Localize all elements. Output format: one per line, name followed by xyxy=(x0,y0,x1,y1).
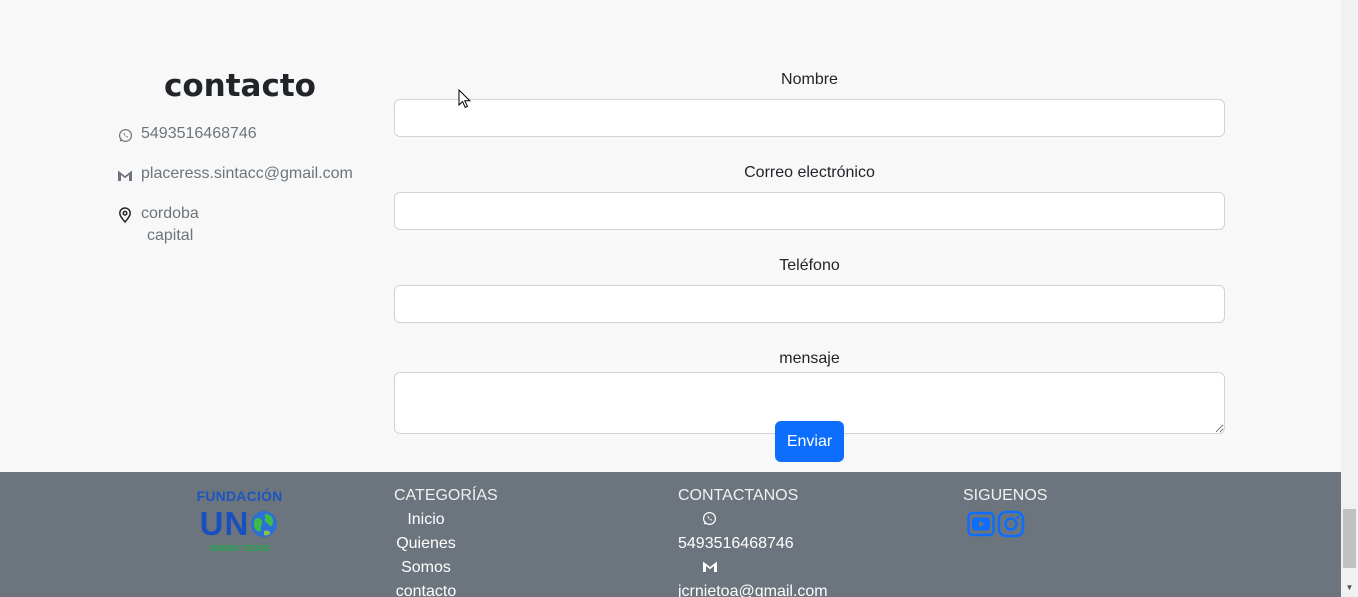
footer-link-contacto[interactable]: contacto xyxy=(394,580,458,597)
location-pin-icon xyxy=(117,207,133,223)
globe-icon xyxy=(251,511,278,537)
social-links xyxy=(967,510,1047,538)
footer-contact-email[interactable]: jcrnietoa@gmail.com xyxy=(678,580,828,597)
contact-form: Nombre Correo electrónico Teléfono mensa… xyxy=(394,68,1225,434)
contact-page: contacto 5493516468746 placeress.sintacc… xyxy=(0,0,1341,597)
instagram-icon[interactable] xyxy=(997,510,1025,538)
gmail-icon xyxy=(117,167,133,183)
contact-email: placeress.sintacc@gmail.com xyxy=(141,165,353,182)
logo-main: UN xyxy=(192,506,287,542)
categories-title: CATEGORÍAS xyxy=(394,487,498,504)
contact-phone: 5493516468746 xyxy=(141,125,257,142)
footer-link-inicio[interactable]: Inicio xyxy=(394,508,458,532)
site-footer: FUNDACIÓN UN SOMOS TODOS CATEGORÍAS Inic… xyxy=(0,472,1341,597)
footer-gmail-icon-row xyxy=(678,556,828,580)
scrollbar-thumb[interactable] xyxy=(1343,509,1356,568)
contact-location-row: cordoba capital xyxy=(117,205,199,245)
contact-phone-row: 5493516468746 xyxy=(117,125,257,143)
contact-email-row: placeress.sintacc@gmail.com xyxy=(117,165,353,183)
vertical-scrollbar[interactable] xyxy=(1341,0,1358,597)
email-label: Correo electrónico xyxy=(744,164,875,181)
scroll-down-arrow-icon[interactable]: ▼ xyxy=(1344,583,1355,593)
phone-label: Teléfono xyxy=(779,257,840,274)
footer-categories: CATEGORÍAS Inicio Quienes Somos contacto xyxy=(394,484,514,597)
footer-link-quienes[interactable]: Quienes xyxy=(394,532,458,556)
contact-location: cordoba capital xyxy=(141,205,199,245)
name-label: Nombre xyxy=(781,71,838,88)
footer-whatsapp-icon-row xyxy=(678,508,828,532)
whatsapp-icon xyxy=(702,511,717,526)
youtube-icon[interactable] xyxy=(967,510,995,538)
whatsapp-icon xyxy=(117,127,133,143)
foundation-logo[interactable]: FUNDACIÓN UN SOMOS TODOS xyxy=(192,488,287,578)
mouse-cursor-icon xyxy=(458,89,472,109)
city-line-1: cordoba xyxy=(141,205,199,222)
footer-contact-phone[interactable]: 5493516468746 xyxy=(678,532,828,556)
phone-input[interactable] xyxy=(394,285,1225,323)
message-label: mensaje xyxy=(779,350,840,367)
logo-bottom-text: SOMOS TODOS xyxy=(209,544,270,553)
contact-section-title: CONTACTANOS xyxy=(678,487,799,504)
city-line-2: capital xyxy=(147,227,194,244)
footer-contact: CONTACTANOS 5493516468746 jcrnietoa@gmai… xyxy=(678,484,828,597)
gmail-icon xyxy=(703,561,717,572)
footer-follow: SIGUENOS xyxy=(963,484,1047,538)
name-input[interactable] xyxy=(394,99,1225,137)
logo-main-text: UN xyxy=(199,505,250,542)
logo-top-text: FUNDACIÓN xyxy=(196,488,283,504)
submit-button[interactable]: Enviar xyxy=(775,421,844,462)
email-input[interactable] xyxy=(394,192,1225,230)
contact-title: contacto xyxy=(164,68,316,104)
follow-title: SIGUENOS xyxy=(963,487,1048,504)
footer-link-somos[interactable]: Somos xyxy=(394,556,458,580)
